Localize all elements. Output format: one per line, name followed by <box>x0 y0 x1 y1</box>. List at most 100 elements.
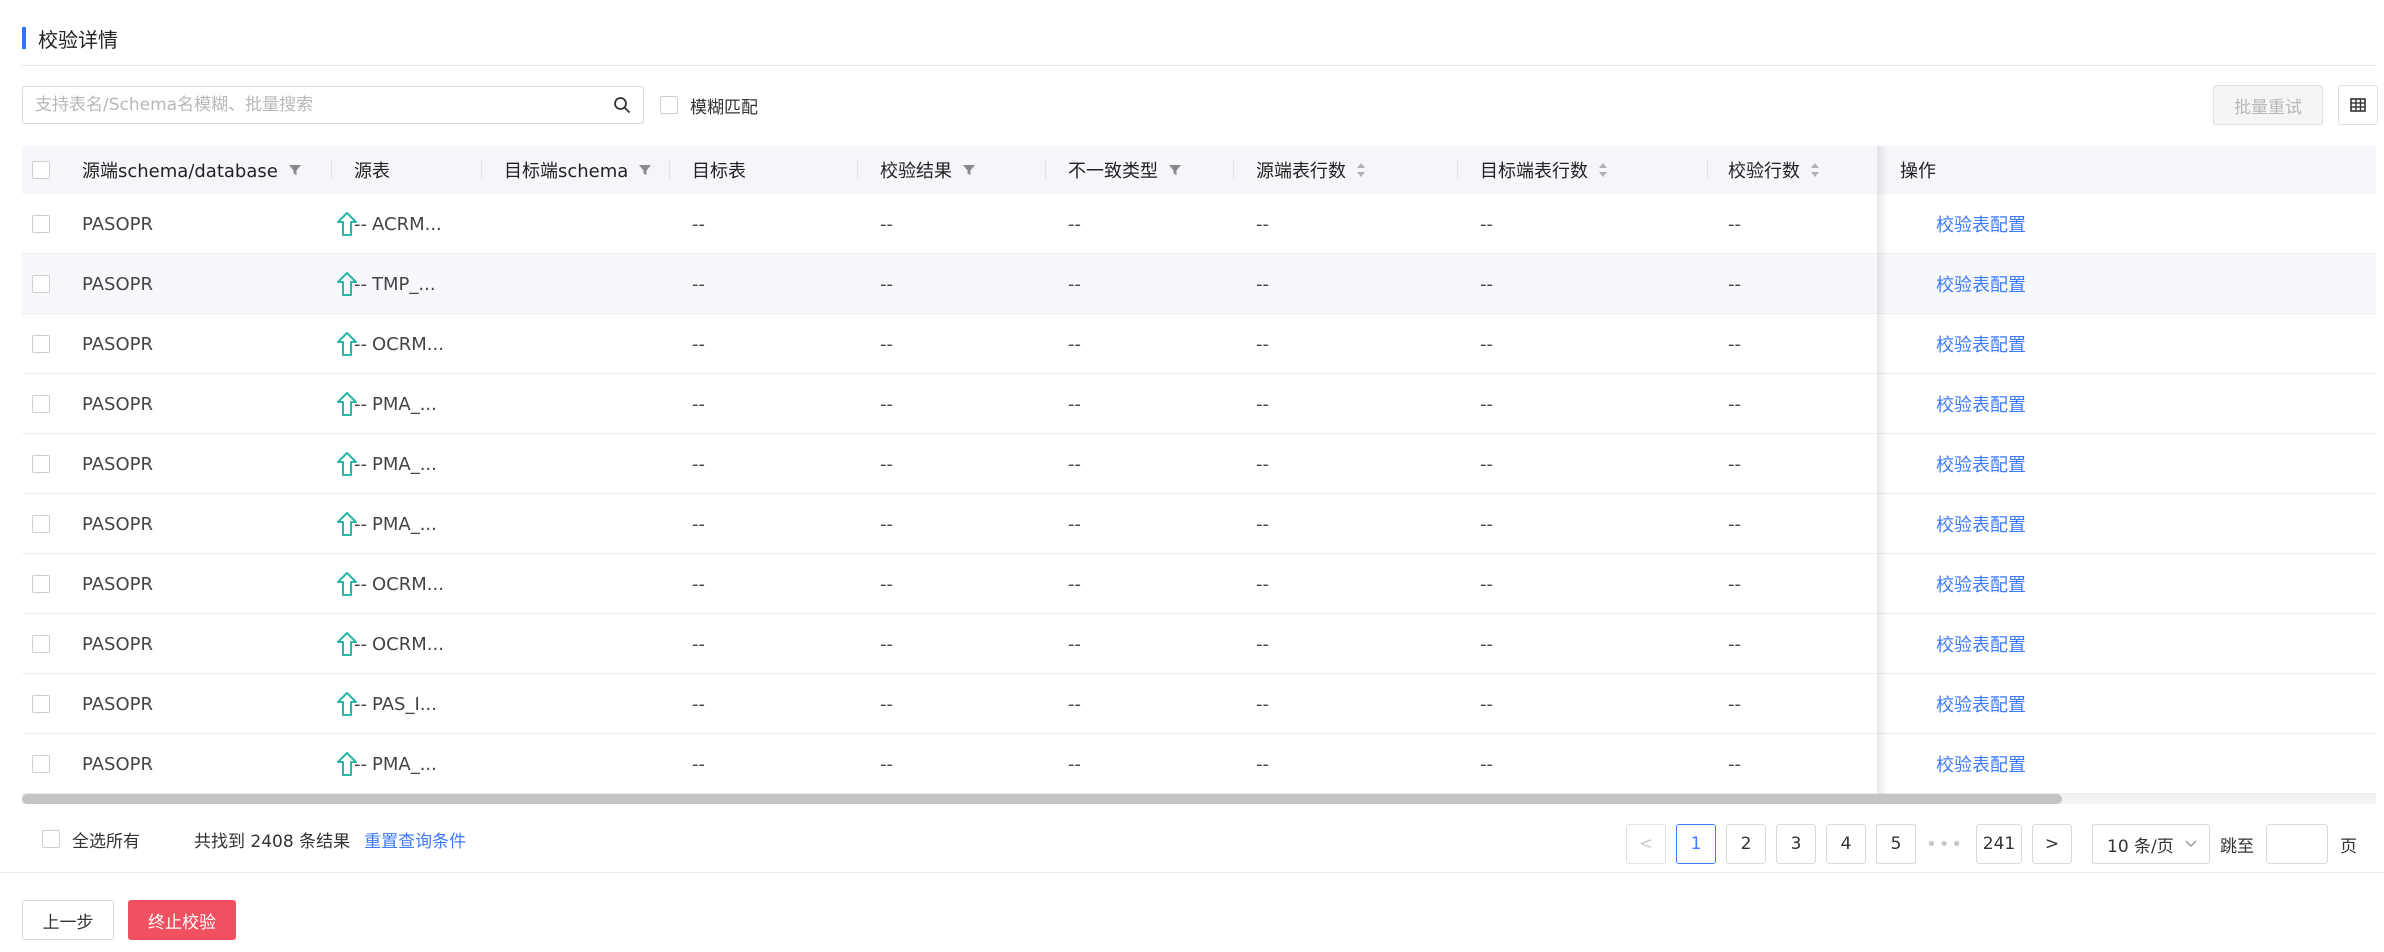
sort-icon[interactable] <box>1810 162 1820 178</box>
check-table-config-link[interactable]: 校验表配置 <box>1936 271 2026 297</box>
jump-to-page-input[interactable] <box>2266 824 2328 864</box>
column-header-check-result: 校验结果 <box>858 146 1046 194</box>
row-checkbox[interactable] <box>32 455 50 473</box>
cell-operation: 校验表配置 <box>1936 614 2026 674</box>
row-select-cell[interactable] <box>32 734 50 794</box>
pagination-page-4[interactable]: 4 <box>1826 824 1866 864</box>
sort-icon[interactable] <box>1356 162 1366 178</box>
row-select-cell[interactable] <box>32 374 50 434</box>
row-checkbox[interactable] <box>32 215 50 233</box>
cell-target-schema: -- <box>354 753 367 775</box>
page-size-select[interactable]: 10 条/页 <box>2092 824 2210 864</box>
filter-icon[interactable] <box>1168 163 1182 177</box>
cell-chk-rows: -- <box>1728 693 1741 715</box>
batch-retry-button[interactable]: 批量重试 <box>2213 85 2323 125</box>
table-row[interactable]: PASOPR PMA_... -- -- -- -- -- -- -- 校验表配置 <box>22 494 2376 554</box>
table-row[interactable]: PASOPR PMA_... -- -- -- -- -- -- -- 校验表配置 <box>22 734 2376 794</box>
filter-icon[interactable] <box>962 163 976 177</box>
check-table-config-link[interactable]: 校验表配置 <box>1936 211 2026 237</box>
column-header-source-rows: 源端表行数 <box>1234 146 1458 194</box>
filter-icon[interactable] <box>638 163 652 177</box>
cell-tgt-rows: -- <box>1480 453 1493 475</box>
select-all-checkbox[interactable] <box>42 830 60 848</box>
result-count: 共找到 2408 条结果 <box>194 831 351 852</box>
table-row[interactable]: PASOPR OCRM... -- -- -- -- -- -- -- 校验表配置 <box>22 614 2376 674</box>
pagination-next-button[interactable]: > <box>2032 824 2072 864</box>
row-checkbox[interactable] <box>32 755 50 773</box>
row-checkbox[interactable] <box>32 515 50 533</box>
filter-icon[interactable] <box>288 163 302 177</box>
fuzzy-match-toggle[interactable]: 模糊匹配 <box>660 94 758 118</box>
row-checkbox[interactable] <box>32 395 50 413</box>
pagination-page-1[interactable]: 1 <box>1676 824 1716 864</box>
row-checkbox[interactable] <box>32 275 50 293</box>
pagination-last-page[interactable]: 241 <box>1976 824 2022 864</box>
cell-mismatch: -- <box>1068 753 1081 775</box>
horizontal-scrollbar-thumb[interactable] <box>22 794 2062 804</box>
chevron-down-icon <box>2185 840 2197 848</box>
table-row[interactable]: PASOPR PAS_I... -- -- -- -- -- -- -- 校验表配置 <box>22 674 2376 734</box>
cell-chk-rows: -- <box>1728 333 1741 355</box>
row-select-cell[interactable] <box>32 494 50 554</box>
cell-tgt-rows: -- <box>1480 633 1493 655</box>
search-box[interactable] <box>22 86 644 124</box>
column-header-target-rows: 目标端表行数 <box>1458 146 1708 194</box>
row-checkbox[interactable] <box>32 335 50 353</box>
row-select-cell[interactable] <box>32 194 50 254</box>
column-header-label: 源表 <box>354 161 390 182</box>
cell-target-table: -- <box>692 753 705 775</box>
column-header-label: 目标端schema <box>504 161 629 182</box>
row-select-cell[interactable] <box>32 674 50 734</box>
row-select-cell[interactable] <box>32 314 50 374</box>
check-table-config-link[interactable]: 校验表配置 <box>1936 751 2026 777</box>
cell-mismatch: -- <box>1068 333 1081 355</box>
row-checkbox[interactable] <box>32 575 50 593</box>
row-checkbox[interactable] <box>32 635 50 653</box>
check-table-config-link[interactable]: 校验表配置 <box>1936 511 2026 537</box>
row-select-cell[interactable] <box>32 434 50 494</box>
stop-check-button[interactable]: 终止校验 <box>128 900 236 940</box>
check-table-config-link[interactable]: 校验表配置 <box>1936 691 2026 717</box>
table-row[interactable]: PASOPR PMA_... -- -- -- -- -- -- -- 校验表配置 <box>22 374 2376 434</box>
pagination-prev-button[interactable]: < <box>1626 824 1666 864</box>
row-select-cell[interactable] <box>32 614 50 674</box>
cell-chk-rows: -- <box>1728 633 1741 655</box>
header-select-all[interactable] <box>32 146 72 194</box>
header-checkbox[interactable] <box>32 161 50 179</box>
table-row[interactable]: PASOPR OCRM... -- -- -- -- -- -- -- 校验表配置 <box>22 314 2376 374</box>
cell-source-schema: PASOPR <box>82 453 153 475</box>
reset-query-link[interactable]: 重置查询条件 <box>364 827 466 852</box>
pagination-page-3[interactable]: 3 <box>1776 824 1816 864</box>
column-header-target-table: 目标表 <box>670 146 858 194</box>
search-icon[interactable] <box>613 96 631 114</box>
table-row[interactable]: PASOPR PMA_... -- -- -- -- -- -- -- 校验表配置 <box>22 434 2376 494</box>
row-select-cell[interactable] <box>32 254 50 314</box>
cell-source-schema: PASOPR <box>82 573 153 595</box>
prev-step-button[interactable]: 上一步 <box>22 900 114 940</box>
check-table-config-link[interactable]: 校验表配置 <box>1936 631 2026 657</box>
search-input[interactable] <box>35 87 595 123</box>
cell-target-schema: -- <box>354 453 367 475</box>
check-table-config-link[interactable]: 校验表配置 <box>1936 571 2026 597</box>
table-row[interactable]: PASOPR TMP_... -- -- -- -- -- -- -- 校验表配置 <box>22 254 2376 314</box>
pagination-ellipsis[interactable]: ••• <box>1926 824 1962 864</box>
sort-icon[interactable] <box>1598 162 1608 178</box>
source-table-name: PMA_... <box>372 513 437 535</box>
fuzzy-match-checkbox[interactable] <box>660 96 678 114</box>
cell-operation: 校验表配置 <box>1936 434 2026 494</box>
row-checkbox[interactable] <box>32 695 50 713</box>
pagination-page-2[interactable]: 2 <box>1726 824 1766 864</box>
row-select-cell[interactable] <box>32 554 50 614</box>
table-header: 源端schema/database 源表 目标端schema 目标表 校验结果 … <box>22 146 2376 194</box>
cell-operation: 校验表配置 <box>1936 374 2026 434</box>
table-row[interactable]: PASOPR ACRM... -- -- -- -- -- -- -- 校验表配置 <box>22 194 2376 254</box>
column-header-label: 校验行数 <box>1728 161 1800 182</box>
fixed-column-shadow <box>1878 146 1888 794</box>
check-table-config-link[interactable]: 校验表配置 <box>1936 331 2026 357</box>
check-table-config-link[interactable]: 校验表配置 <box>1936 451 2026 477</box>
pagination-page-5[interactable]: 5 <box>1876 824 1916 864</box>
select-all-label[interactable]: 全选所有 <box>72 827 140 852</box>
table-row[interactable]: PASOPR OCRM... -- -- -- -- -- -- -- 校验表配置 <box>22 554 2376 614</box>
check-table-config-link[interactable]: 校验表配置 <box>1936 391 2026 417</box>
column-settings-button[interactable] <box>2338 85 2378 125</box>
